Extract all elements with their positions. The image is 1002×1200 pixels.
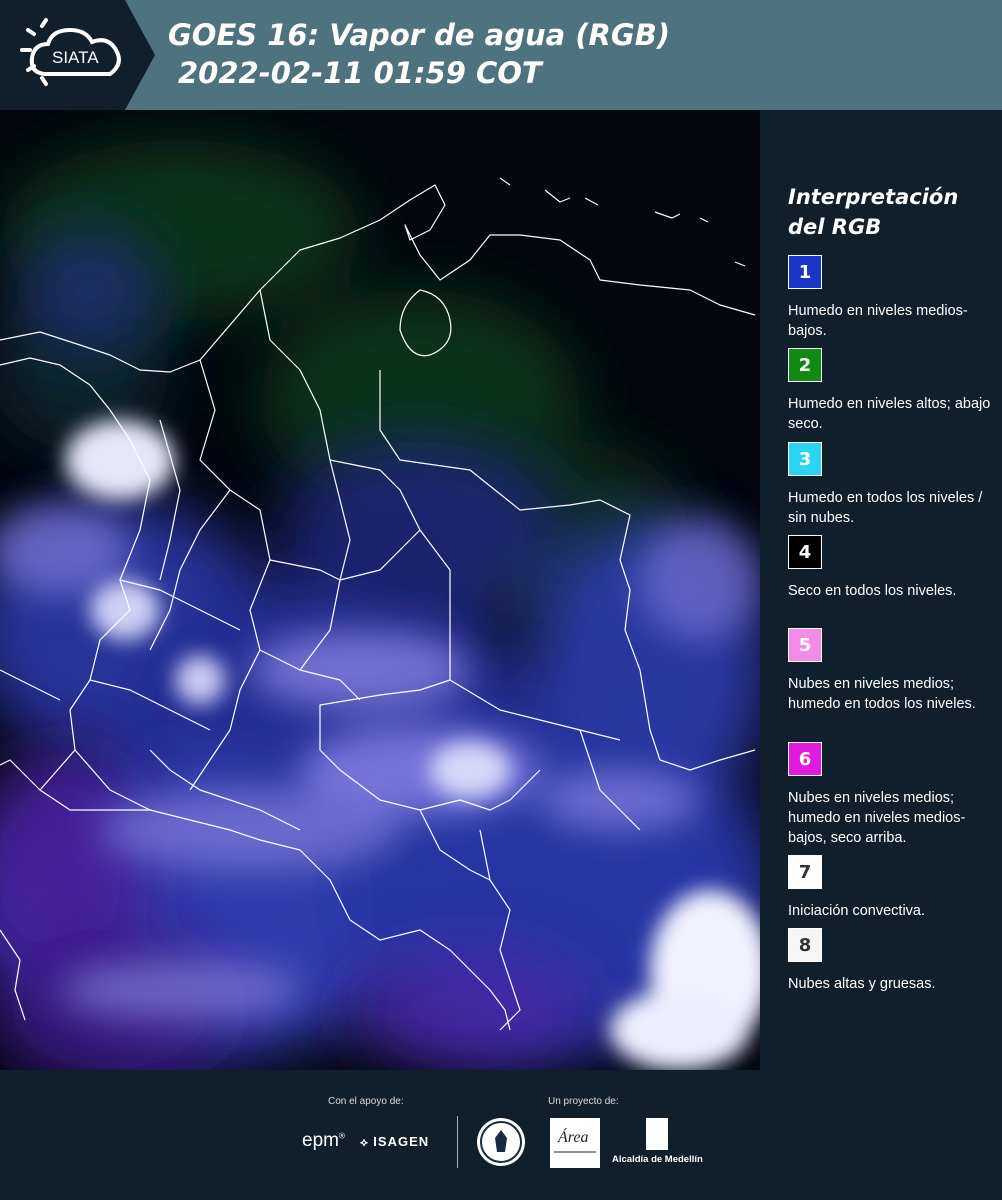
- legend-desc-2: Humedo en niveles altos; abajo seco.: [788, 396, 991, 432]
- legend-swatch-2: 2: [788, 348, 822, 382]
- legend-desc-5: Nubes en niveles medios; humedo en todos…: [788, 676, 976, 712]
- legend-swatch-1: 1: [788, 255, 822, 289]
- medellin-shield-icon: [646, 1118, 668, 1150]
- legend-swatch-7: 7: [788, 855, 822, 889]
- support-label: Con el apoyo de:: [328, 1096, 404, 1107]
- epm-logo: epm®: [302, 1130, 345, 1151]
- antioquia-seal-icon: [477, 1118, 525, 1166]
- legend-item-2: 2 Humedo en niveles altos; abajo seco.: [788, 348, 998, 434]
- siata-logo-text: SIATA: [52, 48, 99, 67]
- legend-item-4: 4 Seco en todos los niveles.: [788, 535, 998, 601]
- title-line-2: 2022-02-11 01:59 COT: [178, 56, 542, 90]
- header-bar: SIATA GOES 16: Vapor de agua (RGB) 2022-…: [0, 0, 1002, 110]
- legend-swatch-5: 5: [788, 628, 822, 662]
- legend-item-7: 7 Iniciación convectiva.: [788, 855, 998, 921]
- legend-panel: Interpretación del RGB 1 Humedo en nivel…: [760, 110, 1002, 1070]
- isagen-logo-text: ISAGEN: [373, 1134, 430, 1149]
- legend-swatch-3: 3: [788, 442, 822, 476]
- legend-item-8: 8 Nubes altas y gruesas.: [788, 928, 998, 994]
- legend-desc-7: Iniciación convectiva.: [788, 903, 926, 919]
- page-title: GOES 16: Vapor de agua (RGB) 2022-02-11 …: [168, 16, 670, 92]
- medellin-logo-text: Alcaldía de Medellín: [612, 1154, 703, 1165]
- legend-desc-4: Seco en todos los niveles.: [788, 583, 957, 599]
- footer-divider: [457, 1116, 458, 1168]
- legend-desc-8: Nubes altas y gruesas.: [788, 976, 936, 992]
- siata-logo: SIATA: [0, 0, 155, 110]
- legend-title-line-1: Interpretación: [788, 185, 959, 209]
- satellite-image: [0, 110, 760, 1070]
- legend-desc-6: Nubes en niveles medios; humedo en nivel…: [788, 790, 966, 846]
- legend-item-5: 5 Nubes en niveles medios; humedo en tod…: [788, 628, 998, 714]
- legend-title: Interpretación del RGB: [788, 182, 958, 242]
- project-label: Un proyecto de:: [548, 1096, 619, 1107]
- area-metropolitana-logo: Área: [550, 1118, 600, 1168]
- legend-desc-3: Humedo en todos los niveles / sin nubes.: [788, 490, 983, 526]
- svg-text:Área: Área: [557, 1127, 589, 1146]
- isagen-logo: ⟡ ISAGEN: [360, 1134, 430, 1149]
- legend-item-1: 1 Humedo en niveles medios-bajos.: [788, 255, 998, 341]
- footer: Con el apoyo de: Un proyecto de: epm® ⟡ …: [0, 1070, 1002, 1200]
- legend-desc-1: Humedo en niveles medios-bajos.: [788, 303, 968, 339]
- legend-title-line-2: del RGB: [788, 215, 882, 239]
- legend-item-3: 3 Humedo en todos los niveles / sin nube…: [788, 442, 998, 528]
- alcaldia-medellin-logo: Alcaldía de Medellín: [612, 1118, 703, 1165]
- epm-logo-text: epm: [302, 1130, 339, 1151]
- title-line-1: GOES 16: Vapor de agua (RGB): [168, 18, 671, 52]
- legend-swatch-8: 8: [788, 928, 822, 962]
- legend-swatch-4: 4: [788, 535, 822, 569]
- legend-swatch-6: 6: [788, 742, 822, 776]
- legend-item-6: 6 Nubes en niveles medios; humedo en niv…: [788, 742, 998, 848]
